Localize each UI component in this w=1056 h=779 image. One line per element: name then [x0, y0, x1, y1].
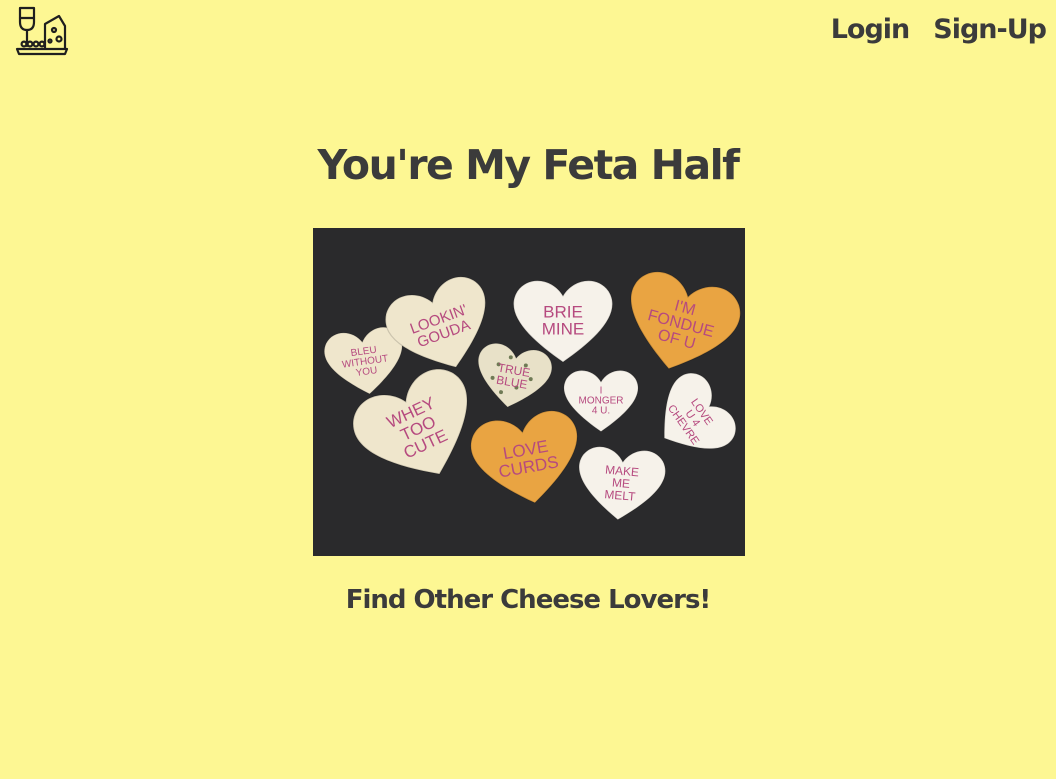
- top-nav: Login Sign-Up: [831, 14, 1047, 45]
- logo-wine-cheese-icon[interactable]: [15, 6, 69, 58]
- login-link[interactable]: Login: [831, 14, 911, 45]
- hero-image-cheese-hearts: BLEUWITHOUTYOU LOOKIN'GOUDA BRIE MINE I'MFON…: [313, 228, 745, 556]
- cheese-hearts-illustration: BLEUWITHOUTYOULOOKIN'GOUDABRIE MINEI'MFON…: [313, 228, 745, 556]
- wine-and-cheese-icon: [15, 6, 69, 56]
- heart-text: BRIE MINE: [542, 302, 585, 338]
- page-title: You're My Feta Half: [317, 141, 741, 189]
- find-cheese-lovers-link[interactable]: Find Other Cheese Lovers!: [0, 585, 1056, 615]
- signup-link[interactable]: Sign-Up: [933, 14, 1047, 45]
- heart-text: TRUEBLUE: [495, 360, 532, 392]
